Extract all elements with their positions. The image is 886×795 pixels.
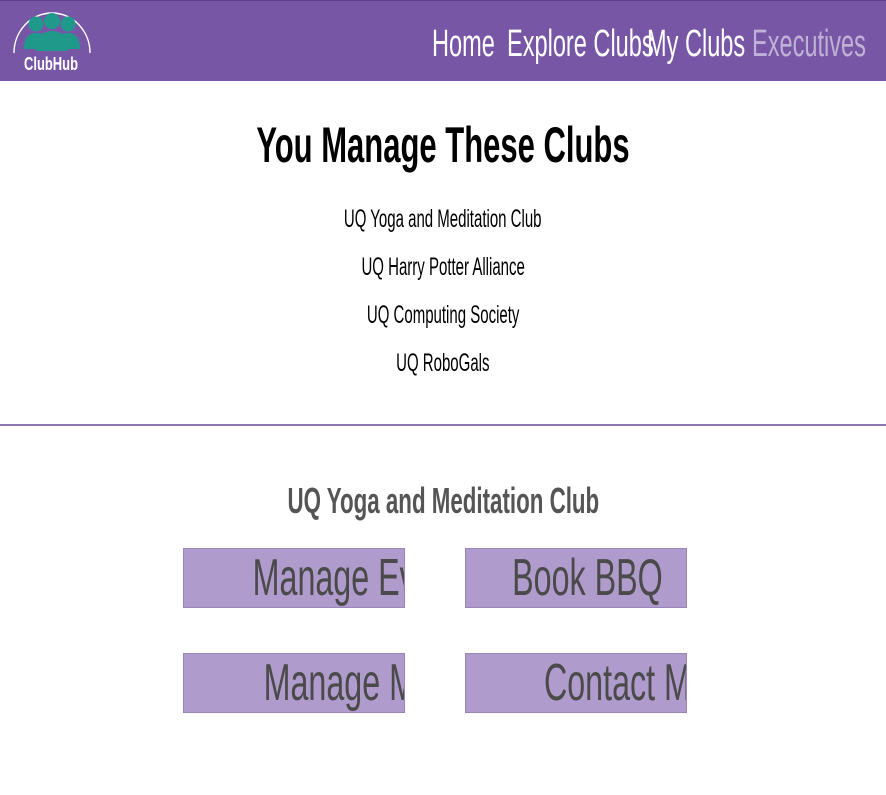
contact-members-label: Contact Members	[543, 654, 686, 712]
contact-members-button[interactable]: Contact Members	[465, 653, 687, 713]
selected-club-title: UQ Yoga and Meditation Club	[0, 480, 886, 522]
club-link-label: UQ Yoga and Meditation Club	[344, 205, 542, 233]
nav-my-clubs[interactable]: My Clubs	[647, 23, 745, 66]
club-link-yoga[interactable]: UQ Yoga and Meditation Club	[0, 203, 886, 251]
manage-members-label: Manage Members	[263, 654, 404, 712]
nav-explore-clubs[interactable]: Explore Clubs	[507, 23, 654, 66]
club-link-harry-potter[interactable]: UQ Harry Potter Alliance	[0, 251, 886, 299]
nav-home[interactable]: Home	[432, 23, 495, 66]
manage-members-button[interactable]: Manage Members	[183, 653, 405, 713]
nav-executives[interactable]: Executives	[752, 23, 866, 66]
club-link-computing[interactable]: UQ Computing Society	[0, 299, 886, 347]
page-title: You Manage These Clubs	[0, 116, 886, 174]
club-link-robogals[interactable]: UQ RoboGals	[0, 347, 886, 395]
manage-events-button[interactable]: Manage Events	[183, 548, 405, 608]
club-link-label: UQ Computing Society	[366, 301, 520, 329]
manage-events-label: Manage Events	[252, 549, 404, 607]
top-navbar: ClubHub Home Explore Clubs My Clubs Exec…	[0, 0, 886, 81]
managed-club-list: UQ Yoga and Meditation Club UQ Harry Pot…	[0, 203, 886, 395]
section-divider	[0, 424, 886, 426]
book-bbq-label: Book BBQ	[512, 549, 663, 607]
book-bbq-button[interactable]: Book BBQ	[465, 548, 687, 608]
page-title-text: You Manage These Clubs	[256, 117, 630, 173]
selected-club-title-text: UQ Yoga and Meditation Club	[287, 480, 599, 521]
club-link-label: UQ RoboGals	[396, 349, 490, 377]
club-link-label: UQ Harry Potter Alliance	[361, 253, 525, 281]
clubhub-logo[interactable]: ClubHub	[12, 7, 92, 77]
logo-text: ClubHub	[23, 54, 78, 74]
